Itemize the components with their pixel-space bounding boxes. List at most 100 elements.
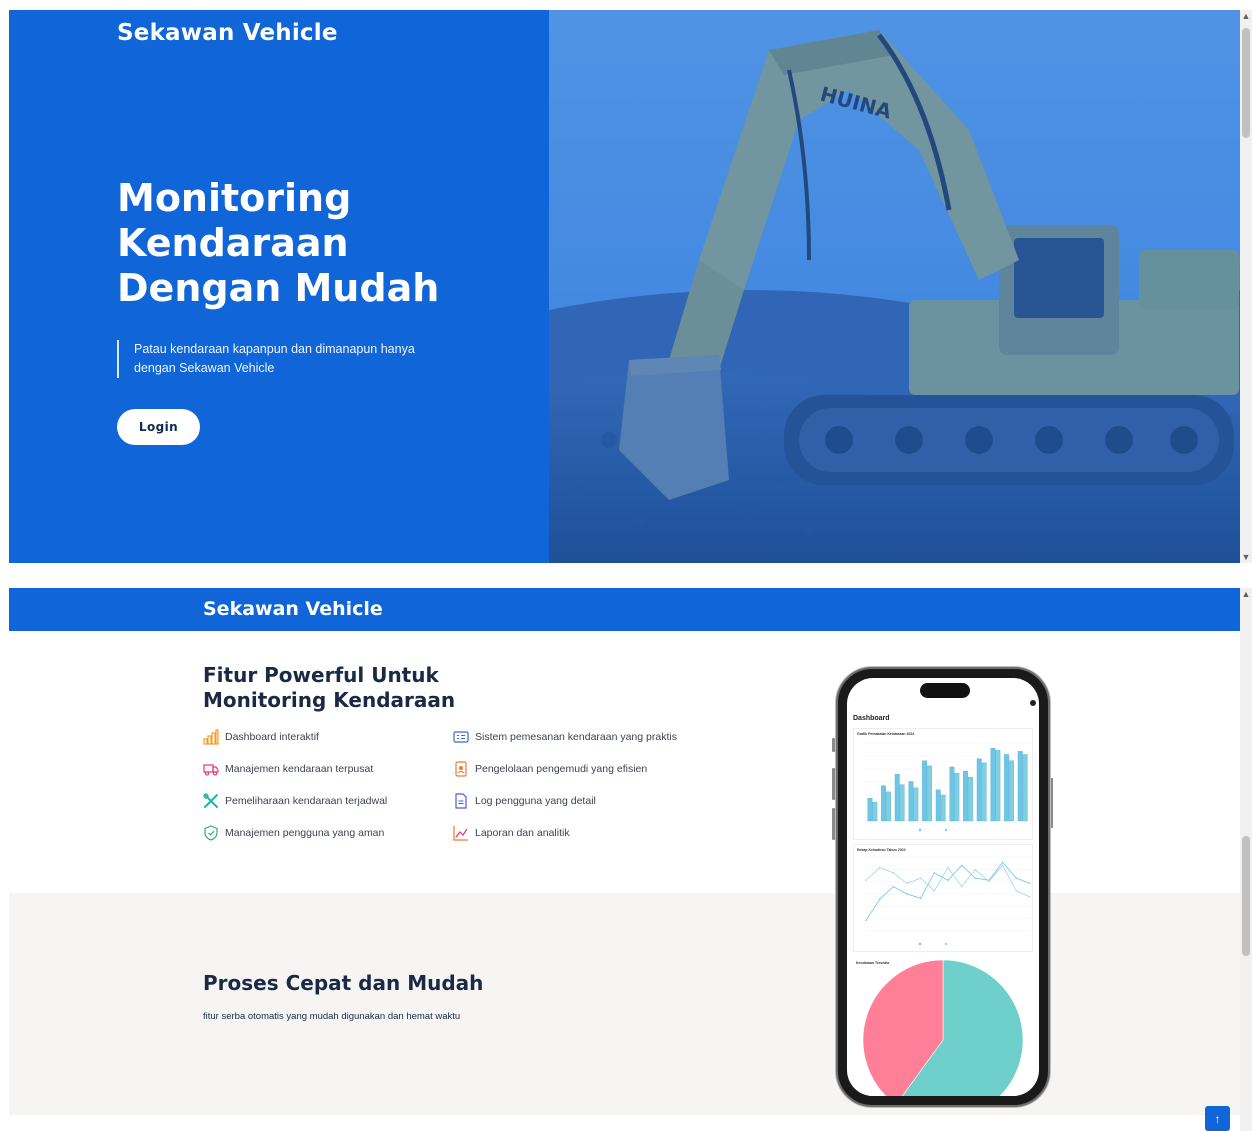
data-point <box>1029 882 1031 885</box>
data-point <box>960 885 963 888</box>
feature-item: Pengelolaan pengemudi yang efisien <box>453 761 647 777</box>
dashboard-title: Dashboard <box>853 715 890 722</box>
scrollbar-thumb[interactable] <box>1242 836 1250 956</box>
bar <box>1022 754 1028 822</box>
data-point <box>960 864 963 867</box>
id-badge-icon <box>453 761 469 777</box>
bar <box>995 750 1001 822</box>
bar-chart <box>866 742 1030 832</box>
phone-side-button <box>832 808 835 840</box>
page-scrollbar[interactable]: ▲ <box>1240 588 1252 1131</box>
bar <box>872 802 878 822</box>
feature-item: Sistem pemesanan kendaraan yang praktis <box>453 729 677 745</box>
feature-label: Sistem pemesanan kendaraan yang praktis <box>475 731 677 743</box>
hero-section: HUINA Sekawan Vehicle Monitoring Kendara… <box>9 10 1240 563</box>
bar <box>908 781 914 822</box>
bar <box>990 748 996 822</box>
bar <box>913 787 919 822</box>
bar <box>976 758 982 822</box>
feature-item: Manajemen kendaraan terpusat <box>203 761 373 777</box>
tools-icon <box>203 793 219 809</box>
feature-item: Laporan dan analitik <box>453 825 570 841</box>
scroll-up-icon[interactable]: ▲ <box>1240 10 1252 22</box>
data-point <box>892 872 895 874</box>
hero-description: Patau kendaraan kapanpun dan dimanapun h… <box>117 340 437 378</box>
shield-check-icon <box>203 825 219 841</box>
data-point <box>974 877 977 879</box>
process-description: fitur serba otomatis yang mudah digunaka… <box>203 1011 461 1022</box>
phone-side-button <box>832 738 835 752</box>
data-point <box>933 872 936 874</box>
line-chart-icon <box>453 825 469 841</box>
bar <box>894 774 900 822</box>
document-icon <box>453 793 469 809</box>
data-point <box>1029 896 1031 898</box>
bar <box>1004 754 1009 822</box>
bar <box>927 765 932 822</box>
data-point <box>919 877 922 879</box>
feature-label: Manajemen kendaraan terpusat <box>225 763 374 775</box>
data-point <box>1015 890 1018 892</box>
feature-label: Laporan dan analitik <box>475 827 570 839</box>
feature-label: Pemeliharaan kendaraan terjadwal <box>225 795 388 807</box>
feature-item: Log pengguna yang detail <box>453 793 596 809</box>
legend-swatch <box>944 828 948 832</box>
list-card-icon <box>453 729 469 745</box>
bar <box>963 770 968 822</box>
hero-brand-logo[interactable]: Sekawan Vehicle <box>117 20 338 46</box>
data-point <box>878 866 881 869</box>
process-section: Proses Cepat dan Mudah fitur serba otoma… <box>9 893 1240 1115</box>
bar <box>1017 751 1023 822</box>
chart-title: Kendaraan Tersedia <box>856 961 890 965</box>
scroll-down-icon[interactable]: ▼ <box>1240 551 1252 563</box>
bar <box>954 773 960 822</box>
phone-notch <box>920 683 970 698</box>
data-point <box>974 868 977 871</box>
data-point <box>878 898 881 900</box>
scroll-up-icon[interactable]: ▲ <box>1240 588 1252 600</box>
login-button[interactable]: Login <box>117 409 200 445</box>
line-chart-card: Rekap Kehadiran Tahun 2024 <box>853 844 1033 952</box>
pie-chart <box>862 959 1024 1096</box>
feature-label: Dashboard interaktif <box>225 731 319 743</box>
bar <box>899 784 905 822</box>
legend-swatch <box>918 828 922 832</box>
features-title: Fitur Powerful Untuk Monitoring Kendaraa… <box>203 663 456 712</box>
series-line <box>865 864 1031 898</box>
data-point <box>988 880 990 883</box>
data-point <box>947 879 949 881</box>
data-point <box>947 866 949 869</box>
features-section: Fitur Powerful Untuk Monitoring Kendaraa… <box>9 631 1240 893</box>
feature-label: Log pengguna yang detail <box>475 795 596 807</box>
data-point <box>865 919 867 922</box>
bar <box>940 794 946 822</box>
process-title: Proses Cepat dan Mudah <box>203 971 484 995</box>
data-point <box>906 893 908 895</box>
bar <box>886 791 891 822</box>
scrollbar-thumb[interactable] <box>1242 28 1250 138</box>
chart-title: Grafik Pemakaian Kendaraan 2024 <box>857 732 915 736</box>
pie-chart-card: Kendaraan Tersedia <box>853 958 1033 1096</box>
data-point <box>919 897 922 899</box>
data-point <box>933 890 936 892</box>
feature-item: Dashboard interaktif <box>203 729 319 745</box>
feature-item: Manajemen pengguna yang aman <box>203 825 384 841</box>
data-point <box>906 882 908 885</box>
phone-mockup: Dashboard Grafik Pemakaian Kendaraan 202… <box>836 667 1050 1107</box>
back-to-top-button[interactable]: ↑ <box>1205 1106 1230 1131</box>
hero-title: Monitoring Kendaraan Dengan Mudah <box>117 176 440 310</box>
bar-chart-card: Grafik Pemakaian Kendaraan 2024 <box>853 728 1033 840</box>
bar <box>981 762 987 822</box>
bar <box>867 797 873 822</box>
bar <box>968 777 973 822</box>
phone-side-button <box>1050 778 1053 828</box>
arrow-up-icon: ↑ <box>1214 1111 1221 1126</box>
excavator-photo: HUINA <box>549 10 1240 563</box>
line-chart <box>865 856 1031 946</box>
truck-icon <box>203 761 219 777</box>
legend-swatch <box>944 942 948 946</box>
hero-scrollbar[interactable]: ▲ ▼ <box>1240 10 1252 563</box>
bar <box>949 766 955 822</box>
feature-item: Pemeliharaan kendaraan terjadwal <box>203 793 387 809</box>
navbar-brand-logo[interactable]: Sekawan Vehicle <box>203 598 383 620</box>
